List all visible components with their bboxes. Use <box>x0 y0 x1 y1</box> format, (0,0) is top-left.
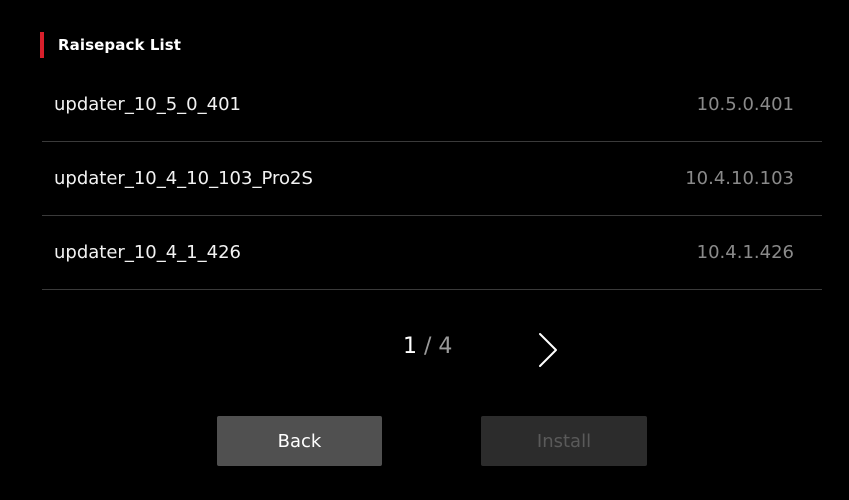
back-button[interactable]: Back <box>217 416 382 466</box>
package-name: updater_10_5_0_401 <box>54 94 241 115</box>
chevron-right-icon <box>539 333 557 367</box>
list-header: Raisepack List <box>40 32 181 58</box>
package-name: updater_10_4_10_103_Pro2S <box>54 168 313 189</box>
raisepack-list: updater_10_5_0_401 10.5.0.401 updater_10… <box>42 68 822 290</box>
pagination: 1 / 4 <box>0 330 849 370</box>
package-version: 10.4.1.426 <box>696 242 794 263</box>
page-title: Raisepack List <box>58 36 182 54</box>
current-page: 1 <box>403 334 417 359</box>
total-pages: 4 <box>438 334 453 359</box>
list-item[interactable]: updater_10_4_10_103_Pro2S 10.4.10.103 <box>42 142 822 216</box>
list-item[interactable]: updater_10_4_1_426 10.4.1.426 <box>42 216 822 290</box>
list-item[interactable]: updater_10_5_0_401 10.5.0.401 <box>42 68 822 142</box>
page-separator: / <box>424 334 432 359</box>
next-page-button[interactable] <box>532 330 562 370</box>
package-version: 10.4.10.103 <box>685 168 794 189</box>
page-indicator: 1 / 4 <box>403 334 452 359</box>
install-button[interactable]: Install <box>481 416 647 466</box>
package-version: 10.5.0.401 <box>696 94 794 115</box>
header-accent-bar <box>40 32 44 58</box>
package-name: updater_10_4_1_426 <box>54 242 241 263</box>
